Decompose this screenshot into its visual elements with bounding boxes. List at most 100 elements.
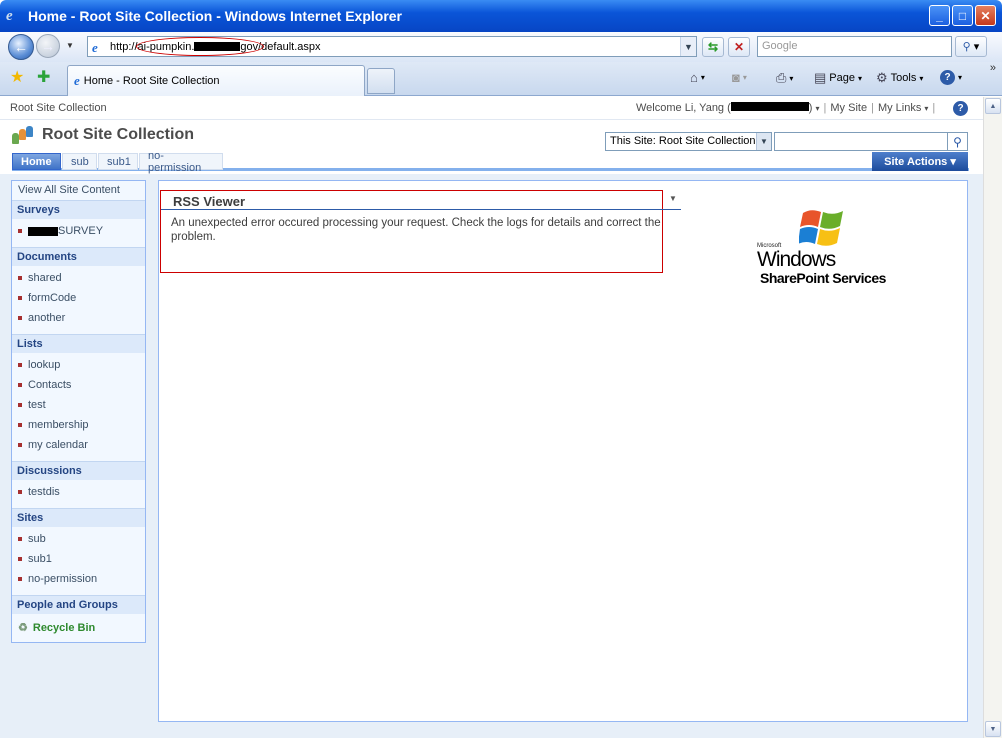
quick-launch-heading[interactable]: Surveys xyxy=(12,200,145,219)
address-field[interactable]: e http://ai-pumpkin. gov/default.aspx ▼ xyxy=(87,36,697,57)
list-item[interactable]: sub1 xyxy=(18,553,52,565)
vertical-scrollbar[interactable]: ▲ ▼ xyxy=(983,97,1002,738)
gear-icon: ⚙ xyxy=(876,70,888,85)
quick-launch: View All Site Content Surveys SURVEY Doc… xyxy=(11,180,146,643)
quick-launch-heading[interactable]: People and Groups xyxy=(12,595,145,614)
stop-icon[interactable]: ✕ xyxy=(728,37,750,57)
list-item[interactable]: shared xyxy=(18,272,62,284)
recent-pages-dropdown[interactable]: ▼ xyxy=(66,41,74,50)
site-actions-label: Site Actions xyxy=(884,155,948,168)
tools-label: Tools xyxy=(890,72,917,84)
tab-home[interactable]: Home xyxy=(12,153,61,170)
webpart-menu-icon[interactable]: ▼ xyxy=(669,194,677,203)
my-links-menu[interactable]: My Links ▾ xyxy=(878,102,928,114)
welcome-suffix: ) xyxy=(808,102,813,114)
minimize-button[interactable]: _ xyxy=(929,5,950,26)
add-favorites-icon[interactable]: ✚ xyxy=(37,67,50,87)
print-icon: ⎙ xyxy=(776,70,787,85)
windows-sharepoint-logo: Microsoft Windows SharePoint Services xyxy=(757,207,907,286)
back-button[interactable]: ← xyxy=(8,34,34,60)
webpart-title-underline xyxy=(161,209,681,210)
rss-icon: ◙ xyxy=(732,70,740,85)
windows-flag-icon xyxy=(799,210,843,246)
search-button[interactable]: ⚲ ▾ xyxy=(955,36,987,57)
welcome-menu[interactable]: Welcome Li, Yang () ▾ xyxy=(636,102,820,114)
page-menu[interactable]: ▤ Page ▾ xyxy=(814,70,862,86)
print-button[interactable]: ⎙ ▾ xyxy=(776,70,793,86)
redaction xyxy=(28,226,58,236)
chevron-down-icon: ▼ xyxy=(756,133,771,150)
page-icon: ▤ xyxy=(814,70,827,85)
site-title[interactable]: Root Site Collection xyxy=(42,126,194,144)
tab-sub1[interactable]: sub1 xyxy=(98,153,138,170)
list-item[interactable]: membership xyxy=(18,419,89,431)
site-search: This Site: Root Site Collection ▼ ⚲ xyxy=(605,132,968,151)
quick-launch-heading[interactable]: Discussions xyxy=(12,461,145,480)
home-icon: ⌂ xyxy=(690,70,698,85)
webpart-title: RSS Viewer xyxy=(173,194,246,209)
home-button[interactable]: ⌂ ▾ xyxy=(690,70,705,85)
tab-home[interactable]: e Home - Root Site Collection xyxy=(67,65,365,96)
close-button[interactable]: ✕ xyxy=(975,5,996,26)
favorites-star-icon[interactable]: ★ xyxy=(10,67,24,87)
site-logo-icon xyxy=(12,125,34,145)
quick-launch-heading[interactable]: Lists xyxy=(12,334,145,353)
maximize-button[interactable]: □ xyxy=(952,5,973,26)
scroll-down-icon[interactable]: ▼ xyxy=(985,721,1001,737)
list-item[interactable]: test xyxy=(18,399,46,411)
tab-sub[interactable]: sub xyxy=(62,153,97,170)
site-actions-menu[interactable]: Site Actions ▾ xyxy=(872,152,968,171)
scroll-up-icon[interactable]: ▲ xyxy=(985,98,1001,114)
webpart-error-message: An unexpected error occured processing y… xyxy=(171,217,661,243)
global-header: Root Site Collection Welcome Li, Yang ()… xyxy=(0,97,983,120)
tab-label: Home - Root Site Collection xyxy=(83,75,220,87)
list-item[interactable]: formCode xyxy=(18,292,76,304)
address-dropdown[interactable]: ▼ xyxy=(680,37,696,56)
page-label: Page xyxy=(829,72,855,84)
rss-viewer-webpart: RSS Viewer ▼ An unexpected error occured… xyxy=(160,190,681,273)
my-links-label: My Links xyxy=(877,102,922,114)
main-content-area: RSS Viewer ▼ An unexpected error occured… xyxy=(158,180,968,722)
sharepoint-wordmark: SharePoint Services xyxy=(760,270,886,286)
search-scope-value: This Site: Root Site Collection xyxy=(610,135,756,147)
list-item[interactable]: Contacts xyxy=(18,379,71,391)
list-item[interactable]: lookup xyxy=(18,359,60,371)
redaction xyxy=(730,102,809,111)
refresh-icon[interactable]: ⇆ xyxy=(702,37,724,57)
windows-wordmark: Windows xyxy=(757,248,836,271)
quick-launch-heading[interactable]: Documents xyxy=(12,247,145,266)
site-search-input[interactable] xyxy=(774,132,948,151)
welcome-text: Welcome Li, Yang ( xyxy=(636,102,731,114)
list-item[interactable]: SURVEY xyxy=(18,225,103,237)
ie-icon: e xyxy=(6,8,13,24)
ie-page-icon: e xyxy=(92,40,98,55)
feeds-button[interactable]: ◙ ▾ xyxy=(732,70,747,85)
help-icon[interactable]: ? xyxy=(953,101,968,116)
help-menu[interactable]: ? ▾ xyxy=(940,70,962,85)
list-item[interactable]: no-permission xyxy=(18,573,97,585)
page-content: Root Site Collection Welcome Li, Yang ()… xyxy=(0,97,983,738)
help-icon: ? xyxy=(940,70,955,85)
list-item[interactable]: testdis xyxy=(18,486,60,498)
list-item[interactable]: sub xyxy=(18,533,46,545)
search-scope-select[interactable]: This Site: Root Site Collection ▼ xyxy=(605,132,772,151)
breadcrumb[interactable]: Root Site Collection xyxy=(10,102,107,114)
recycle-bin-link[interactable]: ♻ Recycle Bin xyxy=(18,621,95,635)
list-item[interactable]: another xyxy=(18,312,65,324)
window-title-bar: e Home - Root Site Collection - Windows … xyxy=(0,0,1002,32)
new-tab-button[interactable] xyxy=(367,68,395,94)
tools-menu[interactable]: ⚙ Tools ▾ xyxy=(876,70,923,86)
tab-bar: ★ ✚ e Home - Root Site Collection ⌂ ▾ ◙ ▾ … xyxy=(0,62,1002,96)
quick-launch-heading[interactable]: Sites xyxy=(12,508,145,527)
tab-no-permission[interactable]: no-permission xyxy=(139,150,223,174)
chevron-more-icon[interactable]: » xyxy=(990,62,996,74)
my-site-link[interactable]: My Site xyxy=(830,102,867,114)
search-go-icon[interactable]: ⚲ xyxy=(948,132,968,151)
forward-button[interactable]: → xyxy=(36,34,60,58)
view-all-content-link[interactable]: View All Site Content xyxy=(18,184,151,196)
address-toolbar: ← → ▼ e http://ai-pumpkin. gov/default.as… xyxy=(0,32,1002,62)
list-item[interactable]: my calendar xyxy=(18,439,88,451)
ie-tab-icon: e xyxy=(74,73,80,88)
search-input[interactable]: Google xyxy=(757,36,952,57)
top-navigation: Home sub sub1 no-permission Site Actions… xyxy=(12,150,969,174)
